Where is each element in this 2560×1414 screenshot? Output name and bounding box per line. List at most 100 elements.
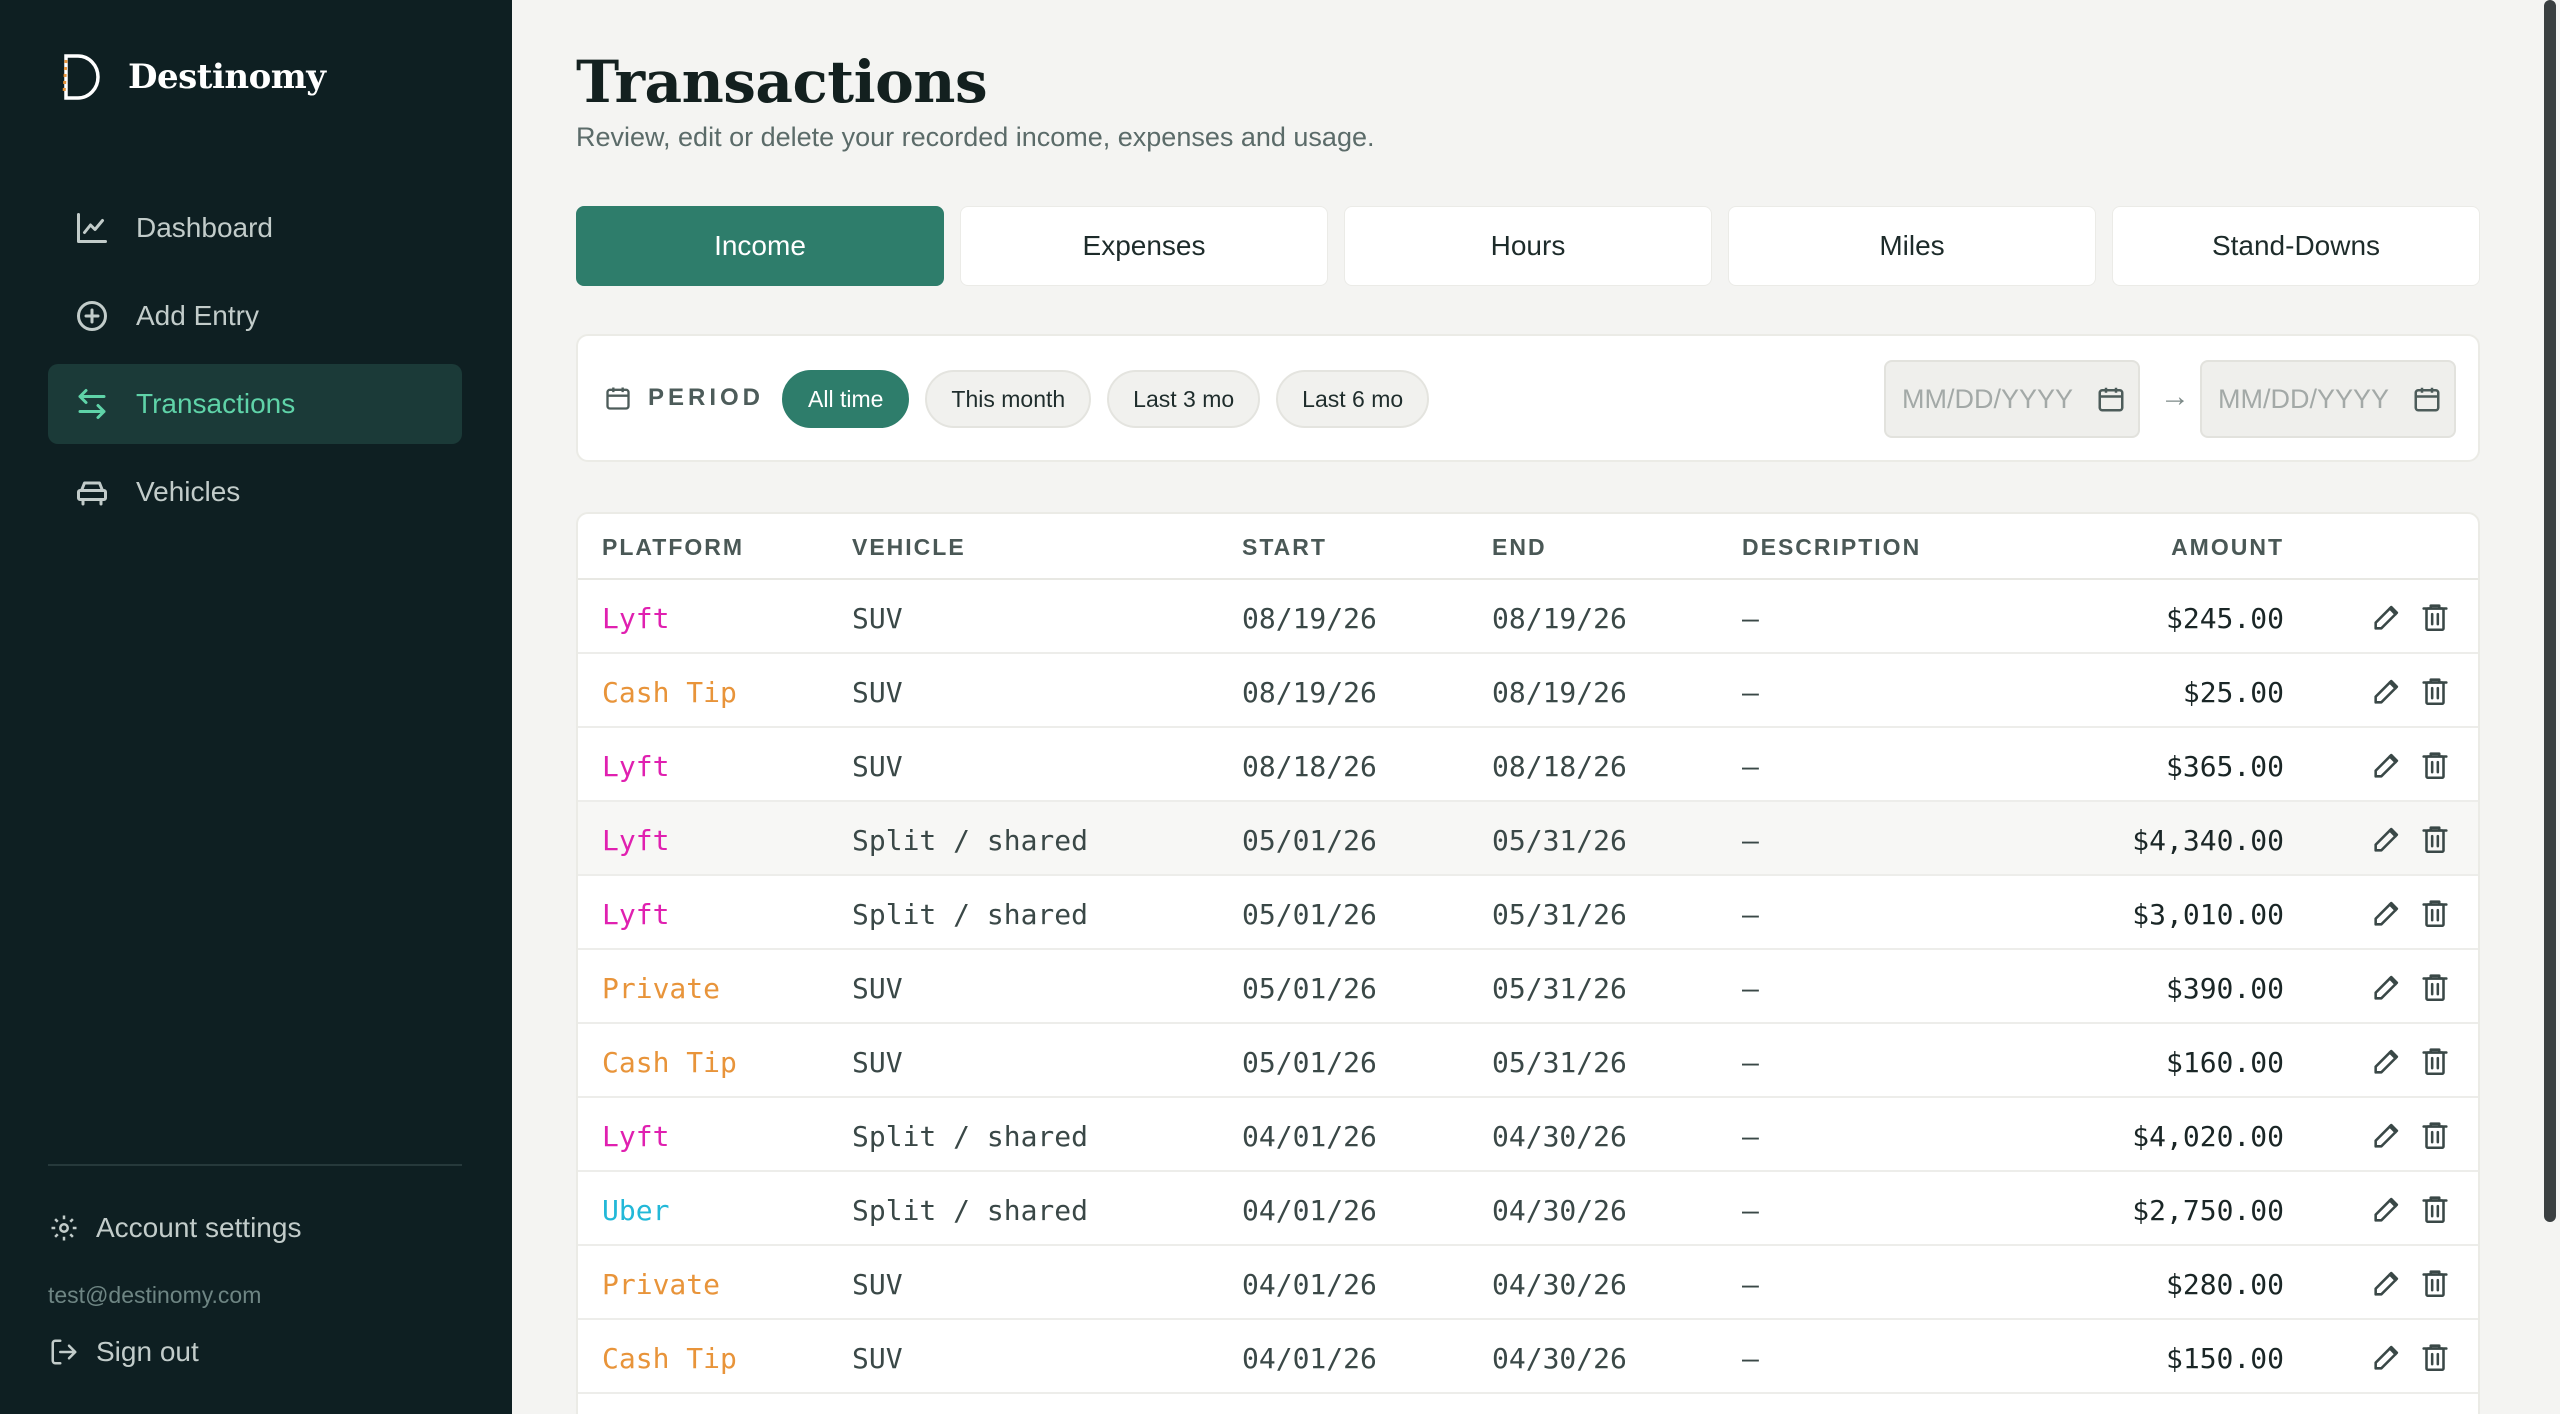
gear-icon <box>48 1212 80 1244</box>
sidebar-nav: Dashboard Add Entry Transactions Vehicle… <box>48 188 462 540</box>
trash-icon[interactable] <box>2418 600 2452 634</box>
pencil-icon[interactable] <box>2370 822 2404 856</box>
table-row[interactable]: Uber Split / shared 04/01/26 04/30/26 — … <box>578 1172 2478 1246</box>
page-subtitle: Review, edit or delete your recorded inc… <box>576 122 1375 152</box>
platform-cell: Lyft <box>602 898 670 931</box>
pencil-icon[interactable] <box>2370 896 2404 930</box>
calendar-icon[interactable] <box>2412 384 2442 414</box>
page-scrollbar[interactable] <box>2544 0 2556 1222</box>
table-row[interactable]: Private SUV 05/01/26 05/31/26 — $390.00 <box>578 950 2478 1024</box>
header-description[interactable]: DESCRIPTION <box>1742 534 1921 561</box>
chip-last-3-mo[interactable]: Last 3 mo <box>1107 370 1261 428</box>
pencil-icon[interactable] <box>2370 674 2404 708</box>
sidebar-item-vehicles[interactable]: Vehicles <box>48 452 462 532</box>
trash-icon[interactable] <box>2418 1192 2452 1226</box>
vehicle-cell: SUV <box>852 1046 903 1079</box>
platform-cell: Lyft <box>602 602 670 635</box>
amount-cell: $280.00 <box>2165 1268 2284 1301</box>
end-date-cell: 08/19/26 <box>1492 676 1627 709</box>
table-row[interactable]: Private SUV 04/01/26 04/30/26 — $280.00 <box>578 1246 2478 1320</box>
trash-icon[interactable] <box>2418 1340 2452 1374</box>
table-row[interactable]: Cash Tip SUV 05/01/26 05/31/26 — $160.00 <box>578 1024 2478 1098</box>
sidebar-item-label: Dashboard <box>136 212 273 243</box>
pencil-icon[interactable] <box>2370 1044 2404 1078</box>
sidebar-item-add-entry[interactable]: Add Entry <box>48 276 462 356</box>
table-row[interactable]: Lyft SUV 08/18/26 08/18/26 — $365.00 <box>578 728 2478 802</box>
sidebar-item-label: Transactions <box>136 388 296 419</box>
chip-all-time[interactable]: All time <box>782 370 910 428</box>
vehicle-cell: SUV <box>852 750 903 783</box>
chip-last-6-mo[interactable]: Last 6 mo <box>1276 370 1430 428</box>
sign-out-icon <box>48 1336 80 1368</box>
sign-out-link[interactable]: Sign out <box>48 1336 199 1368</box>
pencil-icon[interactable] <box>2370 970 2404 1004</box>
end-date-cell: 05/31/26 <box>1492 898 1627 931</box>
pencil-icon[interactable] <box>2370 748 2404 782</box>
platform-cell: Private <box>602 972 721 1005</box>
header-end[interactable]: END <box>1492 534 1547 561</box>
trash-icon[interactable] <box>2418 1266 2452 1300</box>
description-cell: — <box>1742 1194 1759 1227</box>
platform-cell: Lyft <box>602 1120 670 1153</box>
header-amount[interactable]: AMOUNT <box>2171 534 2284 561</box>
date-to-input[interactable] <box>2218 383 2404 415</box>
trash-icon[interactable] <box>2418 748 2452 782</box>
account-settings-label: Account settings <box>96 1212 302 1243</box>
vehicle-cell: Split / shared <box>852 1194 1089 1227</box>
start-date-cell: 05/01/26 <box>1242 898 1377 931</box>
trash-icon[interactable] <box>2418 674 2452 708</box>
header-platform[interactable]: PLATFORM <box>602 534 744 561</box>
table-row[interactable]: Lyft Split / shared 05/01/26 05/31/26 — … <box>578 802 2478 876</box>
pencil-icon[interactable] <box>2370 1340 2404 1374</box>
calendar-icon[interactable] <box>2096 384 2126 414</box>
date-from-input[interactable] <box>1902 383 2088 415</box>
brand[interactable]: Destinomy <box>60 52 326 102</box>
tab-miles[interactable]: Miles <box>1728 206 2096 286</box>
vehicle-cell: Split / shared <box>852 898 1089 931</box>
tab-income[interactable]: Income <box>576 206 944 286</box>
trash-icon[interactable] <box>2418 1044 2452 1078</box>
pencil-icon[interactable] <box>2370 1266 2404 1300</box>
header-start[interactable]: START <box>1242 534 1327 561</box>
description-cell: — <box>1742 972 1759 1005</box>
trash-icon[interactable] <box>2418 970 2452 1004</box>
user-email: test@destinomy.com <box>48 1282 262 1308</box>
table-row[interactable]: Cash Tip SUV 04/01/26 04/30/26 — $150.00 <box>578 1320 2478 1394</box>
pencil-icon[interactable] <box>2370 1118 2404 1152</box>
start-date-cell: 08/19/26 <box>1242 602 1377 635</box>
tab-hours[interactable]: Hours <box>1344 206 1712 286</box>
amount-cell: $245.00 <box>2165 602 2284 635</box>
table-row[interactable]: Cash Tip SUV 08/19/26 08/19/26 — $25.00 <box>578 654 2478 728</box>
chip-this-month[interactable]: This month <box>925 370 1092 428</box>
header-vehicle[interactable]: VEHICLE <box>852 534 966 561</box>
trash-icon[interactable] <box>2418 1118 2452 1152</box>
account-settings-link[interactable]: Account settings <box>48 1212 301 1244</box>
description-cell: — <box>1742 1342 1759 1375</box>
pencil-icon[interactable] <box>2370 1192 2404 1226</box>
table-row[interactable]: Lyft Split / shared 05/01/26 05/31/26 — … <box>578 876 2478 950</box>
destinomy-logo-icon <box>62 54 100 100</box>
sidebar-item-transactions[interactable]: Transactions <box>48 364 462 444</box>
chart-line-icon <box>72 208 112 248</box>
tab-stand-downs[interactable]: Stand-Downs <box>2112 206 2480 286</box>
date-from-field[interactable] <box>1884 360 2140 438</box>
description-cell: — <box>1742 750 1759 783</box>
table-row[interactable]: Lyft Split / shared 04/01/26 04/30/26 — … <box>578 1098 2478 1172</box>
sidebar-item-label: Add Entry <box>136 300 259 331</box>
trash-icon[interactable] <box>2418 896 2452 930</box>
plus-circle-icon <box>72 296 112 336</box>
vehicle-cell: SUV <box>852 602 903 635</box>
vehicle-cell: SUV <box>852 676 903 709</box>
table-row[interactable]: Lyft SUV 08/19/26 08/19/26 — $245.00 <box>578 580 2478 654</box>
platform-cell: Private <box>602 1268 721 1301</box>
date-to-field[interactable] <box>2200 360 2456 438</box>
description-cell: — <box>1742 824 1759 857</box>
pencil-icon[interactable] <box>2370 600 2404 634</box>
start-date-cell: 05/01/26 <box>1242 1046 1377 1079</box>
sign-out-label: Sign out <box>96 1336 199 1367</box>
trash-icon[interactable] <box>2418 822 2452 856</box>
tab-expenses[interactable]: Expenses <box>960 206 1328 286</box>
sidebar-item-dashboard[interactable]: Dashboard <box>48 188 462 268</box>
transactions-table: PLATFORM VEHICLE START END DESCRIPTION A… <box>576 512 2480 1414</box>
vehicle-cell: Split / shared <box>852 1120 1089 1153</box>
